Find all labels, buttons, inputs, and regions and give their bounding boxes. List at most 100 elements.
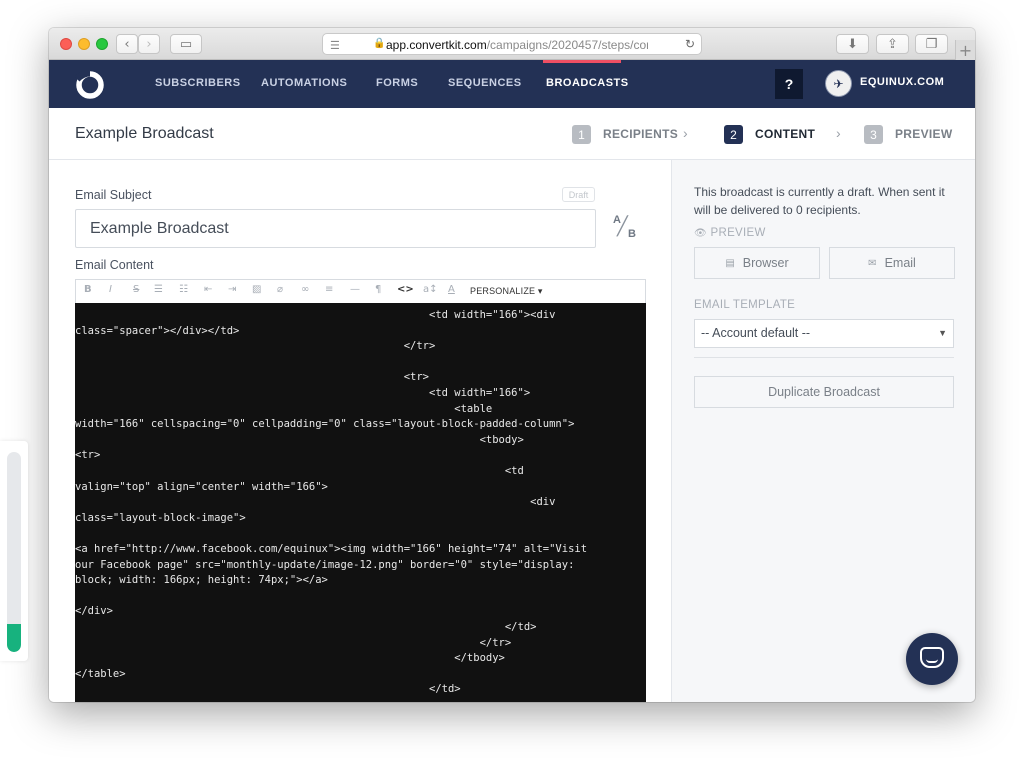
draft-status-text: This broadcast is currently a draft. Whe…: [694, 185, 945, 217]
code-line: <a href="http://www.facebook.com/equinux…: [75, 543, 588, 555]
caret-down-icon: ▼: [938, 328, 947, 338]
lock-icon: 🔒: [373, 38, 386, 49]
editor-panel: Email Subject Draft A ╱ B Email Content …: [49, 160, 671, 702]
code-line: our Facebook page" src="monthly-update/i…: [75, 558, 575, 571]
new-tab-icon[interactable]: +: [955, 40, 975, 60]
step-3-number[interactable]: 3: [864, 125, 883, 144]
email-template-label: EMAIL TEMPLATE: [694, 299, 796, 311]
attachment-icon[interactable]: ⌀: [277, 284, 283, 295]
nav-subscribers[interactable]: SUBSCRIBERS: [155, 77, 241, 89]
share-icon[interactable]: ⇪: [876, 34, 909, 54]
outdent-icon[interactable]: ⇤: [204, 284, 212, 295]
duplicate-broadcast-button[interactable]: Duplicate Broadcast: [694, 376, 954, 408]
code-line: block; width: 166px; height: 74px;"></a>: [75, 574, 328, 587]
ab-b-label: B: [628, 228, 636, 240]
scroll-progress-fill: [7, 624, 21, 652]
step-1-number[interactable]: 1: [572, 125, 591, 144]
preview-label-text: PREVIEW: [710, 227, 766, 239]
close-window-button[interactable]: [60, 38, 72, 50]
chevron-right-icon: ›: [683, 125, 688, 141]
tabs-overview-icon[interactable]: ❐: [915, 34, 948, 54]
nav-automations[interactable]: AUTOMATIONS: [261, 77, 347, 89]
nav-broadcasts[interactable]: BROADCASTS: [546, 77, 629, 89]
indent-icon[interactable]: ⇥: [228, 284, 236, 295]
chat-launcher-button[interactable]: [906, 633, 958, 685]
draft-badge: Draft: [562, 187, 595, 202]
code-line: <table: [75, 402, 493, 415]
help-button[interactable]: ?: [775, 69, 803, 99]
address-bar[interactable]: ☰ 🔒 app.convertkit.com/campaigns/2020457…: [322, 33, 702, 55]
horizontal-rule-icon[interactable]: —: [350, 284, 360, 295]
numbered-list-icon[interactable]: ☷: [179, 284, 188, 295]
step-content[interactable]: CONTENT: [755, 127, 815, 141]
browser-icon: ▤: [725, 257, 735, 269]
bold-icon[interactable]: B: [84, 284, 92, 295]
preview-section-label: 👁 PREVIEW: [694, 227, 766, 239]
email-button-label: Email: [884, 256, 916, 270]
code-line: class="layout-block-image">: [75, 511, 246, 524]
code-line: <tbody>: [75, 433, 524, 446]
html-code-editor[interactable]: <td width="166"> <div class="spacer"></div…: [75, 303, 646, 702]
strikethrough-icon[interactable]: S: [133, 284, 139, 295]
chat-bubble-icon: [920, 647, 944, 668]
minimize-window-button[interactable]: [78, 38, 90, 50]
code-line: class="spacer"></div></td>: [75, 324, 240, 337]
chevron-right-icon: ›: [836, 125, 841, 141]
step-2-number[interactable]: 2: [724, 125, 743, 144]
ab-test-button[interactable]: A ╱ B: [611, 212, 639, 244]
account-name[interactable]: EQUINUX.COM: [860, 76, 944, 88]
step-recipients[interactable]: RECIPIENTS: [603, 127, 678, 141]
zoom-window-button[interactable]: [96, 38, 108, 50]
email-subject-input[interactable]: [75, 209, 596, 248]
code-line: </table>: [75, 667, 126, 680]
code-line: </td>: [75, 683, 461, 696]
nav-forms[interactable]: FORMS: [376, 77, 418, 89]
code-line: <div: [75, 496, 556, 509]
italic-icon[interactable]: I: [109, 284, 112, 295]
scroll-progress-widget: [0, 441, 28, 661]
preview-browser-button[interactable]: ▤ Browser: [694, 247, 820, 279]
avatar[interactable]: ✈: [825, 70, 852, 97]
editor-toolbar: B I S ☰ ☷ ⇤ ⇥ ▨ ⌀ ∞ ≡ — ¶ <> a↕ A PERSON…: [75, 279, 646, 303]
step-preview[interactable]: PREVIEW: [895, 127, 952, 141]
scroll-progress-track: [7, 452, 21, 652]
broadcast-sidebar: This broadcast is currently a draft. Whe…: [671, 160, 975, 702]
code-line: </tbody>: [75, 652, 505, 665]
code-line: <tr>: [75, 449, 101, 462]
paragraph-icon[interactable]: ¶: [375, 284, 381, 295]
email-subject-label: Email Subject: [75, 188, 152, 202]
forward-icon[interactable]: ›: [138, 34, 160, 54]
reload-icon[interactable]: ↻: [685, 37, 695, 51]
envelope-icon: ✉: [868, 257, 877, 269]
code-line: <td width="166">: [75, 387, 531, 399]
code-view-icon[interactable]: <>: [397, 284, 414, 295]
divider: [694, 357, 954, 358]
email-content-label: Email Content: [75, 258, 154, 272]
reader-icon[interactable]: ☰: [330, 39, 340, 52]
email-template-select[interactable]: -- Account default -- ▼: [694, 319, 954, 348]
airplane-icon: ✈: [833, 76, 844, 91]
bullet-list-icon[interactable]: ☰: [154, 284, 163, 295]
link-icon[interactable]: ∞: [301, 284, 309, 295]
sidebar-toggle-icon[interactable]: ▭: [170, 34, 202, 54]
nav-active-indicator: [543, 60, 621, 63]
personalize-dropdown[interactable]: PERSONALIZE ▾: [470, 286, 543, 297]
code-line: width="166" cellspacing="0" cellpadding=…: [75, 418, 575, 431]
code-line: <td: [75, 465, 524, 477]
ab-slash-icon: ╱: [617, 216, 628, 236]
code-line: </td>: [75, 621, 537, 633]
text-size-icon[interactable]: a↕: [423, 284, 438, 295]
back-icon[interactable]: ‹: [116, 34, 138, 54]
nav-sequences[interactable]: SEQUENCES: [448, 77, 522, 89]
align-icon[interactable]: ≡: [325, 284, 333, 295]
text-color-icon[interactable]: A: [448, 284, 455, 295]
eye-icon: 👁: [694, 228, 707, 239]
image-icon[interactable]: ▨: [252, 284, 261, 295]
code-line: </tr>: [75, 340, 436, 353]
browser-button-label: Browser: [742, 256, 789, 270]
convertkit-logo-icon[interactable]: [75, 70, 105, 100]
broadcast-header: Example Broadcast 1 RECIPIENTS › 2 CONTE…: [49, 108, 975, 160]
downloads-icon[interactable]: ⬇: [836, 34, 869, 54]
code-line: </tr>: [75, 636, 512, 649]
preview-email-button[interactable]: ✉ Email: [829, 247, 955, 279]
